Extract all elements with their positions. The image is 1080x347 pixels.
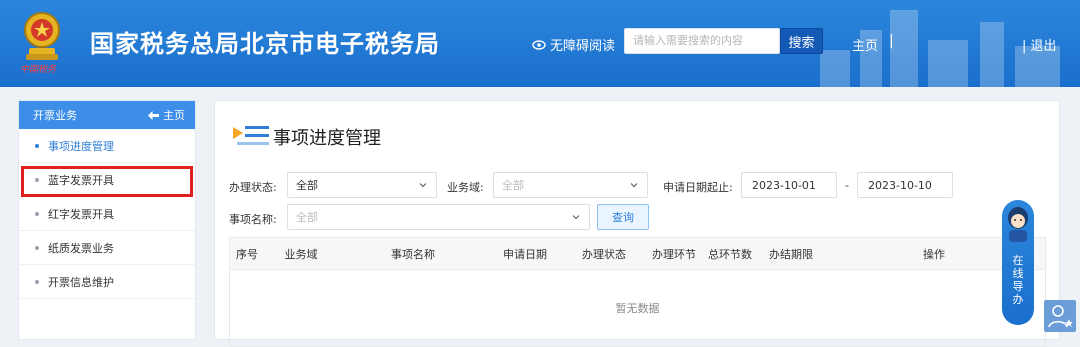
sidebar-item-invoice-info[interactable]: 开票信息维护 (19, 265, 195, 299)
date-start-input[interactable]: 2023-10-01 (741, 172, 837, 198)
assistant-avatar-icon (1008, 207, 1028, 242)
tax-emblem-icon (24, 12, 60, 60)
query-button[interactable]: 查询 (597, 204, 649, 230)
site-title: 国家税务总局北京市电子税务局 (90, 30, 440, 58)
list-title-icon (233, 126, 269, 145)
guide-char: 线 (1012, 267, 1024, 280)
sidebar: 开票业务 主页 事项进度管理 蓝字发票开具 红字发票开具 纸质发票业务 开票信息… (18, 100, 196, 340)
domain-select[interactable]: 全部 (493, 172, 648, 198)
main-panel: 事项进度管理 办理状态: 全部 业务域: 全部 申请日期起止: 2023-10-… (214, 100, 1060, 347)
site-header: 中国税务 国家税务总局北京市电子税务局 无障碍阅读 搜索 主页 | | 退出 (0, 0, 1080, 87)
emblem-caption: 中国税务 (20, 65, 57, 75)
sidebar-home-link[interactable]: 主页 (148, 107, 185, 123)
search-button[interactable]: 搜索 (780, 28, 823, 54)
sidebar-item-label: 事项进度管理 (48, 139, 114, 153)
column-header: 事项名称 (391, 247, 435, 261)
guide-char: 导 (1012, 280, 1024, 293)
home-link[interactable]: 主页 (852, 35, 878, 54)
column-header: 总环节数 (708, 247, 752, 261)
sidebar-item-progress[interactable]: 事项进度管理 (19, 129, 195, 163)
date-separator: - (845, 179, 849, 192)
bullet-icon (35, 245, 39, 250)
accessibility-label: 无障碍阅读 (550, 39, 616, 54)
status-select-value: 全部 (296, 179, 318, 192)
bullet-icon (35, 279, 39, 284)
site-search-input[interactable] (624, 28, 780, 54)
sidebar-title: 开票业务 (33, 109, 77, 122)
page-title: 事项进度管理 (273, 128, 381, 149)
sidebar-item-paper-invoice[interactable]: 纸质发票业务 (19, 231, 195, 265)
sidebar-item-label: 红字发票开具 (48, 207, 114, 221)
sidebar-item-label: 纸质发票业务 (48, 241, 114, 255)
chevron-down-icon (630, 183, 638, 188)
date-range-label: 申请日期起止: (663, 181, 733, 194)
nav-separator: | (889, 33, 894, 49)
logout-link[interactable]: | 退出 (1022, 35, 1057, 54)
guide-char: 在 (1012, 254, 1024, 267)
sidebar-home-label: 主页 (163, 109, 185, 122)
online-guide-widget[interactable]: 在 线 导 办 (1002, 200, 1034, 325)
bullet-icon (35, 211, 39, 216)
page-title-row: 事项进度管理 (233, 123, 381, 151)
column-header: 业务域 (284, 247, 318, 261)
empty-state: 暂无数据 (615, 302, 660, 315)
sidebar-header: 开票业务 主页 (19, 101, 195, 129)
sidebar-item-label: 开票信息维护 (48, 275, 114, 289)
accessibility-reading-link[interactable]: 无障碍阅读 (532, 35, 615, 54)
column-header: 办结期限 (769, 247, 813, 261)
eye-icon (532, 39, 546, 50)
column-header: 申请日期 (503, 247, 547, 261)
item-name-select-value: 全部 (296, 211, 318, 224)
domain-label: 业务域: (447, 181, 484, 194)
chevron-down-icon (572, 215, 580, 220)
column-header: 序号 (236, 247, 258, 261)
guide-char: 办 (1012, 293, 1024, 306)
table-header: 序号 业务域 事项名称 申请日期 办理状态 办理环节 总环节数 办结期限 操作 (230, 238, 1045, 270)
column-header: 办理状态 (582, 247, 626, 261)
status-select[interactable]: 全部 (287, 172, 437, 198)
sidebar-item-red-invoice[interactable]: 红字发票开具 (19, 197, 195, 231)
back-arrow-icon (148, 110, 159, 120)
item-name-label: 事项名称: (229, 213, 277, 226)
date-end-input[interactable]: 2023-10-10 (857, 172, 953, 198)
column-header: 办理环节 (652, 247, 696, 261)
user-star-icon (1048, 305, 1073, 328)
domain-select-value: 全部 (502, 179, 524, 192)
user-profile-button[interactable] (1044, 300, 1076, 332)
chevron-down-icon (419, 183, 427, 188)
status-label: 办理状态: (229, 181, 277, 194)
results-table: 序号 业务域 事项名称 申请日期 办理状态 办理环节 总环节数 办结期限 操作 … (229, 237, 1046, 347)
bullet-icon (35, 143, 39, 148)
item-name-select[interactable]: 全部 (287, 204, 590, 230)
highlight-annotation (21, 166, 193, 197)
